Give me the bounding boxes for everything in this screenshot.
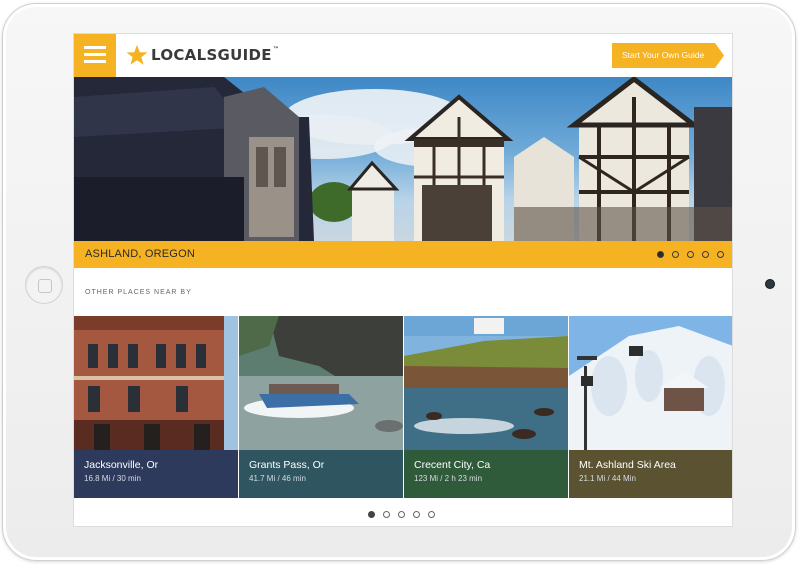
logo-text: LOCALSGUIDE™ — [151, 46, 280, 64]
nearby-places: Jacksonville, Or 16.8 Mi / 30 min Grants… — [74, 316, 732, 498]
app-screen: LOCALSGUIDE™ Start Your Own Guide ASHLAN… — [73, 33, 733, 527]
place-card-grants-pass[interactable]: Grants Pass, Or 41.7 Mi / 46 min — [239, 316, 403, 498]
places-dot-2[interactable] — [383, 511, 390, 518]
place-distance: 16.8 Mi / 30 min — [84, 474, 141, 483]
places-dot-1[interactable] — [368, 511, 375, 518]
place-distance: 123 Mi / 2 h 23 min — [414, 474, 483, 483]
place-info: Grants Pass, Or 41.7 Mi / 46 min — [239, 450, 403, 498]
start-guide-button[interactable]: Start Your Own Guide — [612, 43, 724, 68]
hero-dot-1[interactable] — [657, 251, 664, 258]
hero-dot-5[interactable] — [717, 251, 724, 258]
place-name: Jacksonville, Or — [84, 459, 159, 471]
place-name: Crecent City, Ca — [414, 459, 491, 471]
place-image — [569, 316, 732, 450]
section-title: OTHER PLACES NEAR BY — [85, 289, 192, 296]
hero-dot-3[interactable] — [687, 251, 694, 258]
place-distance: 21.1 Mi / 44 Min — [579, 474, 636, 483]
places-dot-4[interactable] — [413, 511, 420, 518]
place-name: Grants Pass, Or — [249, 459, 325, 471]
logo[interactable]: LOCALSGUIDE™ — [126, 42, 279, 68]
places-dot-3[interactable] — [398, 511, 405, 518]
hero-pagination — [657, 251, 724, 258]
place-image — [404, 316, 568, 450]
location-name: ASHLAND, OREGON — [85, 248, 195, 260]
place-image — [74, 316, 238, 450]
top-bar: LOCALSGUIDE™ Start Your Own Guide — [74, 34, 732, 77]
location-bar: ASHLAND, OREGON — [74, 241, 732, 268]
places-dot-5[interactable] — [428, 511, 435, 518]
home-button[interactable] — [25, 266, 63, 304]
hero-dot-4[interactable] — [702, 251, 709, 258]
places-pagination — [368, 511, 435, 518]
hero-dot-2[interactable] — [672, 251, 679, 258]
place-info: Mt. Ashland Ski Area 21.1 Mi / 44 Min — [569, 450, 732, 498]
hamburger-menu-icon[interactable] — [74, 34, 116, 77]
camera — [765, 279, 775, 289]
star-icon — [126, 44, 148, 65]
place-name: Mt. Ashland Ski Area — [579, 459, 676, 471]
place-card-mt-ashland[interactable]: Mt. Ashland Ski Area 21.1 Mi / 44 Min — [569, 316, 732, 498]
place-info: Crecent City, Ca 123 Mi / 2 h 23 min — [404, 450, 568, 498]
place-image — [239, 316, 403, 450]
place-distance: 41.7 Mi / 46 min — [249, 474, 306, 483]
place-card-jacksonville[interactable]: Jacksonville, Or 16.8 Mi / 30 min — [74, 316, 238, 498]
place-card-crecent-city[interactable]: Crecent City, Ca 123 Mi / 2 h 23 min — [404, 316, 568, 498]
place-info: Jacksonville, Or 16.8 Mi / 30 min — [74, 450, 238, 498]
hero-image — [74, 77, 732, 241]
